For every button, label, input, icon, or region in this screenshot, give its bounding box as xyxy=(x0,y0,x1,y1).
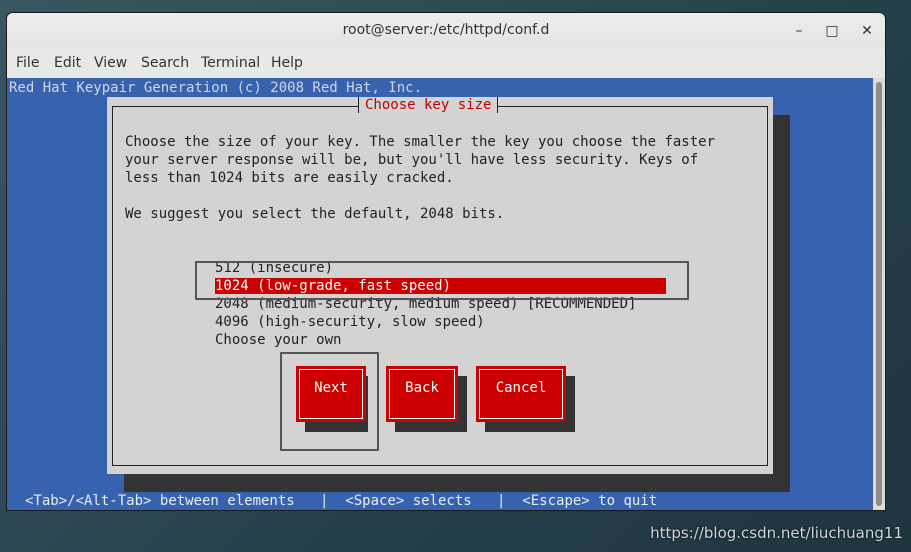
menu-help[interactable]: Help xyxy=(271,55,303,71)
menu-edit[interactable]: Edit xyxy=(54,55,81,71)
titlebar: root@server:/etc/httpd/conf.d – □ ✕ xyxy=(7,13,885,50)
terminal-window: root@server:/etc/httpd/conf.d – □ ✕ File… xyxy=(7,13,885,510)
next-focus-box xyxy=(280,352,379,451)
menu-search[interactable]: Search xyxy=(141,55,189,71)
description-line: less than 1024 bits are easily cracked. xyxy=(125,170,454,186)
maximize-icon[interactable]: □ xyxy=(822,21,842,41)
scrollbar[interactable] xyxy=(873,78,885,510)
cancel-button-label: Cancel xyxy=(479,369,563,419)
highlight-box xyxy=(195,261,689,300)
scrollbar-thumb[interactable] xyxy=(876,82,882,506)
back-button[interactable]: Back xyxy=(386,366,458,422)
option-custom[interactable]: Choose your own xyxy=(215,332,341,348)
description-line: your server response will be, but you'll… xyxy=(125,152,699,168)
menu-terminal[interactable]: Terminal xyxy=(201,55,260,71)
menubar: File Edit View Search Terminal Help xyxy=(7,49,885,77)
menu-file[interactable]: File xyxy=(16,55,39,71)
menu-view[interactable]: View xyxy=(94,55,127,71)
header-line: Red Hat Keypair Generation (c) 2008 Red … xyxy=(9,80,423,96)
description-line: Choose the size of your key. The smaller… xyxy=(125,134,716,150)
window-title: root@server:/etc/httpd/conf.d xyxy=(342,22,550,38)
watermark: https://blog.csdn.net/liuchuang11 xyxy=(650,524,903,542)
cancel-button[interactable]: Cancel xyxy=(476,366,566,422)
minimize-icon[interactable]: – xyxy=(789,21,809,41)
back-button-label: Back xyxy=(389,369,455,419)
terminal-screen[interactable]: Red Hat Keypair Generation (c) 2008 Red … xyxy=(7,78,873,510)
status-line: <Tab>/<Alt-Tab> between elements | <Spac… xyxy=(25,493,658,509)
close-icon[interactable]: ✕ xyxy=(857,21,877,41)
key-size-dialog: Choose key size Choose the size of your … xyxy=(107,97,773,474)
dialog-title: Choose key size xyxy=(358,97,499,113)
option-4096[interactable]: 4096 (high-security, slow speed) xyxy=(215,314,485,330)
suggestion-line: We suggest you select the default, 2048 … xyxy=(125,206,505,222)
